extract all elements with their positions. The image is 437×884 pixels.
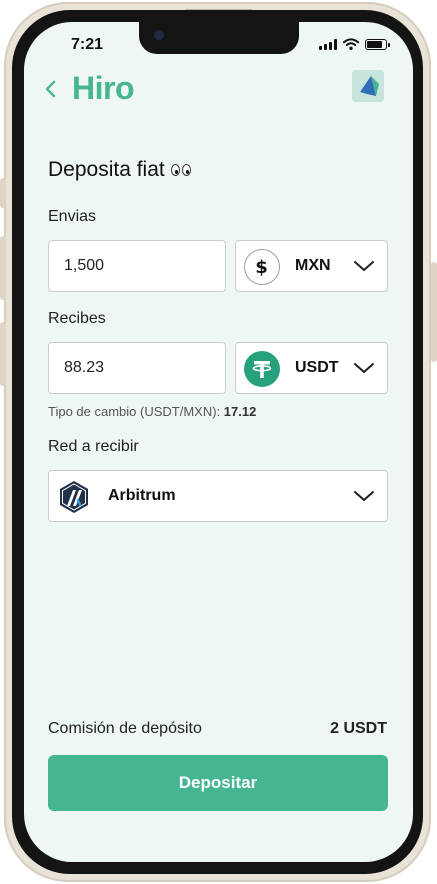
send-label: Envias <box>48 208 97 225</box>
back-button[interactable] <box>42 76 62 102</box>
brand-logo-text: Hiro <box>72 70 135 106</box>
chevron-left-icon <box>45 80 56 98</box>
receive-currency-select[interactable]: USDT <box>235 342 388 394</box>
wifi-icon <box>343 38 359 50</box>
brand-logo-icon <box>352 70 384 102</box>
tether-icon <box>244 351 280 387</box>
send-amount-input[interactable]: 1,500 <box>48 240 226 292</box>
fee-value: 2 USDT <box>330 720 387 737</box>
battery-icon <box>365 38 390 50</box>
chevron-down-icon <box>354 491 374 501</box>
send-currency-select[interactable]: $ MXN <box>235 240 388 292</box>
arbitrum-icon <box>57 480 91 514</box>
exchange-rate: Tipo de cambio (USDT/MXN): 17.12 <box>48 404 256 419</box>
side-button <box>0 236 6 300</box>
send-currency-label: MXN <box>295 257 331 274</box>
deposit-button-label: Depositar <box>178 773 258 792</box>
network-select[interactable]: Arbitrum <box>48 470 388 522</box>
chevron-down-icon <box>354 363 374 373</box>
status-time: 7:21 <box>71 36 104 53</box>
send-amount-value: 1,500 <box>64 257 105 274</box>
fee-label: Comisión de depósito <box>48 720 202 737</box>
network-label: Red a recibir <box>48 438 139 455</box>
receive-label: Recibes <box>48 310 106 327</box>
receive-currency-label: USDT <box>295 359 339 376</box>
page-title: Deposita fiat <box>48 158 191 182</box>
receive-amount-value: 88.23 <box>64 359 105 376</box>
side-button <box>0 178 6 208</box>
app-screen: 7:21 Hiro Deposita fiat Envias 1,500 $ M… <box>24 22 413 862</box>
exchange-rate-value: 17.12 <box>223 404 257 419</box>
exchange-rate-label: Tipo de cambio (USDT/MXN): <box>48 404 224 419</box>
deposit-button[interactable]: Depositar <box>48 755 388 811</box>
chevron-down-icon <box>354 261 374 271</box>
side-button <box>431 262 437 362</box>
network-selected-label: Arbitrum <box>108 487 176 504</box>
page-title-text: Deposita fiat <box>48 158 165 181</box>
side-button <box>0 322 6 386</box>
camera-icon <box>154 30 164 40</box>
eyes-emoji-icon <box>170 164 191 176</box>
signal-icon <box>319 38 337 50</box>
dollar-icon: $ <box>244 249 280 285</box>
receive-amount-input[interactable]: 88.23 <box>48 342 226 394</box>
svg-text:$: $ <box>255 257 268 278</box>
status-icons <box>319 38 390 50</box>
